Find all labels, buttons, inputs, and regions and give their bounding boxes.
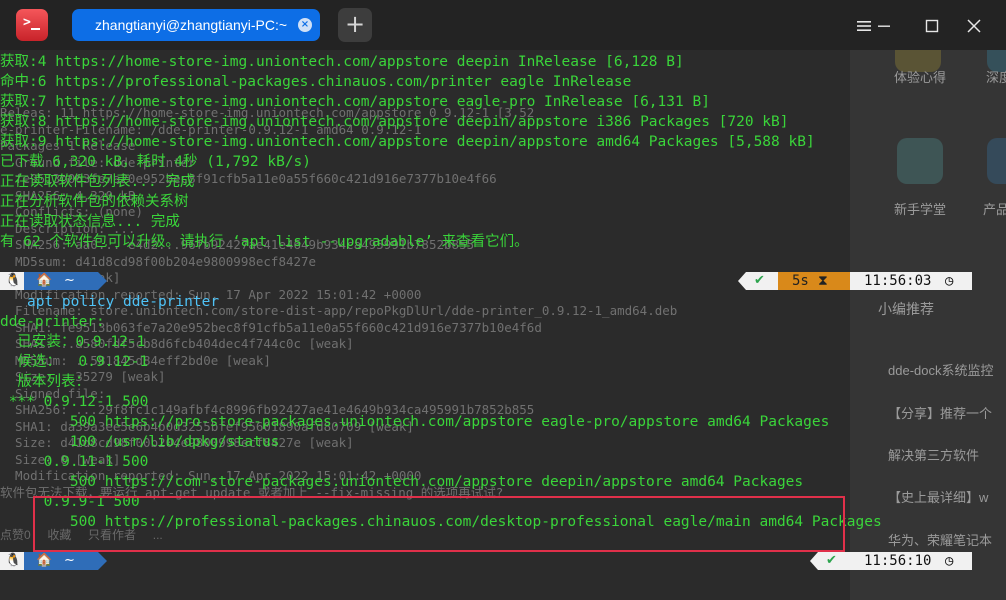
tab-terminal[interactable]: zhangtianyi@zhangtianyi-PC:~ × xyxy=(72,9,320,41)
side-link-2: 【分享】推荐一个 xyxy=(888,406,993,421)
product-icon xyxy=(987,138,1006,184)
output-line: 获取:4 https://home-store-img.uniontech.co… xyxy=(0,54,684,70)
cursor-glyph-icon xyxy=(31,28,40,30)
prompt-path-segment: 🏠 ~ xyxy=(24,552,98,570)
hourglass-icon: ⧗ xyxy=(818,273,828,289)
tux-icon: 🐧 xyxy=(5,553,22,568)
output-line: 正在读取状态信息... 完成 xyxy=(0,214,180,230)
output-line: 已安装：0.9.12-1 xyxy=(0,334,146,350)
home-icon: 🏠 xyxy=(36,553,53,568)
segment-separator xyxy=(738,272,746,290)
prompt-os-segment: 🐧 xyxy=(0,272,24,290)
side-item-experience: 体验心得 xyxy=(894,70,947,85)
output-line: *** 0.9.12-1 500 xyxy=(0,394,149,410)
status-segment: ✔ xyxy=(818,552,850,570)
side-link-4: 【史上最详细】w xyxy=(888,490,989,505)
terminal-app-icon[interactable]: > xyxy=(16,9,48,41)
new-tab-button[interactable]: + xyxy=(338,8,372,42)
side-link-3: 解决第三方软件 xyxy=(888,448,980,463)
close-button[interactable] xyxy=(960,12,988,40)
terminal-area[interactable]: Releas: 11 https://home-store-img.uniont… xyxy=(0,50,1006,600)
side-item-product: 产品 xyxy=(983,202,1006,217)
hamburger-menu-icon xyxy=(857,21,871,31)
output-line: 候选： 0.9.12-1 xyxy=(0,354,149,370)
prompt-glyph-icon: > xyxy=(23,15,31,30)
side-link-1: dde-dock系统监控 xyxy=(888,363,994,378)
newbie-icon xyxy=(897,138,943,184)
output-line: 正在分析软件包的依赖关系树 xyxy=(0,194,189,210)
output-line: 获取:9 https://home-store-img.uniontech.co… xyxy=(0,134,815,150)
minimize-icon xyxy=(878,25,890,27)
segment-separator xyxy=(98,552,107,570)
output-line: 获取:8 https://home-store-img.uniontech.co… xyxy=(0,114,789,130)
recommend-heading: 小编推荐 xyxy=(878,301,934,317)
close-icon xyxy=(967,19,981,33)
minimize-button[interactable] xyxy=(870,12,898,40)
prompt-bar-2: 🐧 🏠 ~ ✔ 11:56:10 ◷ xyxy=(0,552,1006,570)
background-line: MD5sum: d41d8cd98f00b204e9800998ecf8427e xyxy=(0,253,317,269)
maximize-icon xyxy=(925,19,939,33)
segment-separator xyxy=(98,272,107,290)
output-line: 有 62 个软件包可以升级。请执行 ‘apt list --upgradable… xyxy=(0,234,529,250)
prompt-time: 11:56:03 xyxy=(864,273,932,289)
home-icon: 🏠 xyxy=(36,273,53,288)
output-line: 0.9.11-1 500 xyxy=(0,454,149,470)
tab-title: zhangtianyi@zhangtianyi-PC:~ xyxy=(95,17,288,33)
tux-icon: 🐧 xyxy=(5,273,22,288)
output-line: 100 /usr/lib/dpkg/status xyxy=(0,434,280,450)
status-segment: ✔ xyxy=(746,272,778,290)
prompt-path-segment: 🏠 ~ xyxy=(24,272,98,290)
segment-separator xyxy=(810,552,818,570)
tab-close-icon[interactable]: × xyxy=(298,18,312,32)
output-line: 获取:7 https://home-store-img.uniontech.co… xyxy=(0,94,710,110)
success-check-icon: ✔ xyxy=(826,553,837,568)
output-line: dde-printer: xyxy=(0,314,105,330)
side-item-depth: 深度 xyxy=(986,70,1006,85)
side-item-newbie: 新手学堂 xyxy=(894,202,947,217)
clock-icon: ◷ xyxy=(945,553,954,569)
title-bar: > zhangtianyi@zhangtianyi-PC:~ × + xyxy=(0,0,1006,50)
prompt-path: ~ xyxy=(64,553,75,568)
output-line: 命中:6 https://professional-packages.china… xyxy=(0,74,632,90)
success-check-icon: ✔ xyxy=(754,273,765,288)
clock-icon: ◷ xyxy=(945,273,954,289)
highlight-box xyxy=(33,496,845,552)
side-link-5: 华为、荣耀笔记本 xyxy=(888,533,993,548)
output-line: 500 https://com-store-packages.uniontech… xyxy=(0,474,804,490)
time-segment: 11:56:10 ◷ xyxy=(850,552,972,570)
command-duration: 5s xyxy=(792,273,809,289)
output-line: 版本列表： xyxy=(0,374,90,390)
command-line: apt policy dde-printer xyxy=(27,294,220,310)
prompt-os-segment: 🐧 xyxy=(0,552,24,570)
maximize-button[interactable] xyxy=(918,12,946,40)
output-line: 已下载 6,320 kB，耗时 4秒 (1,792 kB/s) xyxy=(0,154,312,170)
prompt-path: ~ xyxy=(64,273,75,288)
output-line: 500 https://pro-store-packages.uniontech… xyxy=(0,414,830,430)
duration-segment: 5s ⧗ xyxy=(778,272,850,290)
prompt-bar: 🐧 🏠 ~ ✔ 5s ⧗ 11:56:03 ◷ xyxy=(0,272,1006,290)
output-line: 正在读取软件包列表... 完成 xyxy=(0,174,195,190)
time-segment: 11:56:03 ◷ xyxy=(850,272,972,290)
prompt-time: 11:56:10 xyxy=(864,553,932,569)
